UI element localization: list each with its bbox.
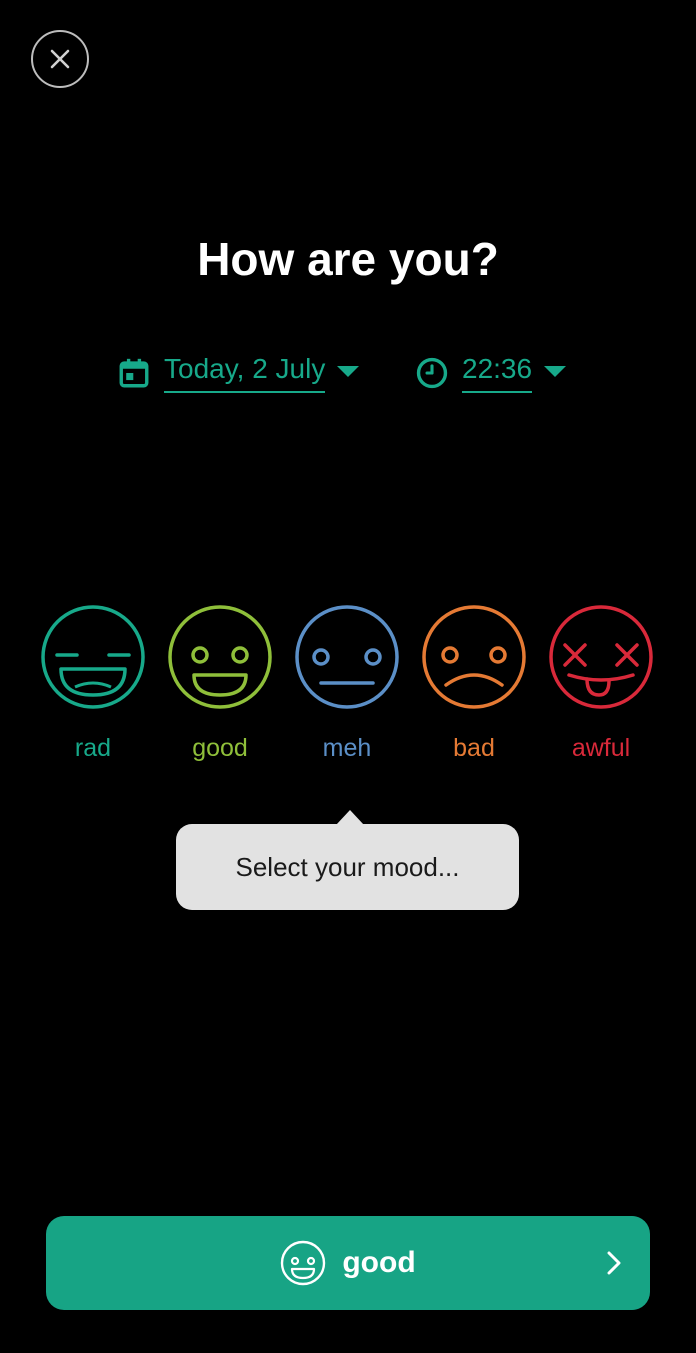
mood-bad[interactable]: bad [420,603,528,763]
date-picker[interactable]: Today, 2 July [116,348,360,398]
close-icon [50,49,70,69]
tooltip-text: Select your mood... [235,851,460,882]
smiling-face-icon [168,605,272,709]
confirm-mood-button[interactable]: good [46,1216,650,1310]
date-value: Today, 2 July [164,353,326,393]
close-button[interactable] [31,30,89,88]
mood-label-bad: bad [453,734,495,762]
chevron-right-icon [607,1251,621,1275]
dizzy-face-icon [549,605,653,709]
time-picker[interactable]: 22:36 [414,348,567,398]
mood-selector: rad good meh bad awful [0,603,696,773]
mood-label-good: good [192,734,248,762]
mood-meh[interactable]: meh [293,603,401,763]
mood-tooltip: Select your mood... [176,810,519,910]
sad-face-icon [422,605,526,709]
mood-label-awful: awful [571,734,631,762]
chevron-down-icon [337,365,360,377]
neutral-face-icon [295,605,399,709]
laughing-face-icon [41,605,145,709]
chevron-down-icon [544,365,567,377]
calendar-icon [116,355,152,391]
page-title: How are you? [197,233,499,285]
mood-good[interactable]: good [166,603,274,763]
mood-label-rad: rad [74,734,112,762]
mood-label-meh: meh [322,734,372,762]
mood-awful[interactable]: awful [547,603,655,763]
mood-rad[interactable]: rad [39,603,147,763]
smiley-icon [280,1240,326,1286]
time-value: 22:36 [462,353,533,393]
clock-icon [414,355,450,391]
confirm-button-label: good [342,1246,416,1279]
